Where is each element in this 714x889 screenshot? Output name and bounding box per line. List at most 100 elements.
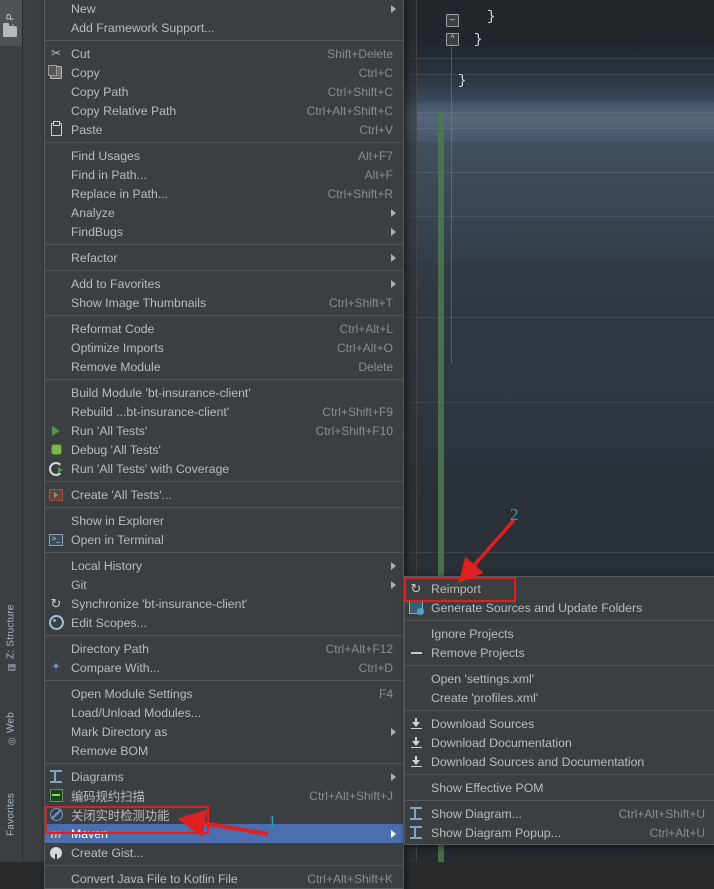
menu-separator [405, 774, 714, 775]
menu-item-download-sources-and-documentation[interactable]: Download Sources and Documentation [405, 752, 714, 771]
menu-item-download-documentation[interactable]: Download Documentation [405, 733, 714, 752]
menu-item-label: Synchronize 'bt-insurance-client' [71, 596, 248, 611]
web-icon: ◎ [6, 735, 16, 747]
menu-item-shortcut: Ctrl+Shift+C [327, 84, 393, 99]
submenu-arrow-icon [391, 773, 396, 781]
menu-item-shortcut: Ctrl+Shift+F10 [315, 423, 393, 438]
menu-item-add-framework-support[interactable]: Add Framework Support... [45, 18, 403, 37]
menu-item-build-module-bt-insurance-client[interactable]: Build Module 'bt-insurance-client' [45, 383, 403, 402]
menu-item-copy[interactable]: Copy Ctrl+C [45, 63, 403, 82]
menu-item-edit-scopes[interactable]: Edit Scopes... [45, 613, 403, 632]
menu-item-remove-projects[interactable]: Remove Projects [405, 643, 714, 662]
menu-item-diagrams[interactable]: Diagrams [45, 767, 403, 786]
menu-item-icon-slot [45, 101, 67, 120]
menu-separator [45, 142, 403, 143]
menu-item-local-history[interactable]: Local History [45, 556, 403, 575]
sidebar-item-web[interactable]: ◎ Web [0, 700, 22, 758]
diagram-icon [405, 804, 427, 823]
menu-item-label: Download Documentation [431, 735, 572, 750]
menu-item-shortcut: Ctrl+Alt+Shift+U [618, 806, 705, 821]
fold-collapse-icon[interactable]: – [446, 14, 459, 27]
menu-item-maven[interactable]: m Maven [45, 824, 403, 843]
indent-guide [451, 44, 452, 364]
menu-item-mark-directory-as[interactable]: Mark Directory as [45, 722, 403, 741]
menu-item-label: Show Diagram Popup... [431, 825, 561, 840]
menu-item-show-image-thumbnails[interactable]: Show Image Thumbnails Ctrl+Shift+T [45, 293, 403, 312]
menu-item-synchronize-bt-insurance-client[interactable]: Synchronize 'bt-insurance-client' [45, 594, 403, 613]
menu-item-run-all-tests-with-coverage[interactable]: Run 'All Tests' with Coverage [45, 459, 403, 478]
maven-submenu[interactable]: Reimport Generate Sources and Update Fold… [404, 576, 714, 845]
menu-item-label: Copy Path [71, 84, 129, 99]
menu-item-reimport[interactable]: Reimport [405, 579, 714, 598]
menu-item-analyze[interactable]: Analyze [45, 203, 403, 222]
menu-item-show-effective-pom[interactable]: Show Effective POM [405, 778, 714, 797]
menu-item-refactor[interactable]: Refactor [45, 248, 403, 267]
menu-item-icon-slot [45, 184, 67, 203]
menu-item-shortcut: Ctrl+Shift+T [328, 295, 393, 310]
coverage-icon [45, 459, 67, 478]
menu-item-find-usages[interactable]: Find Usages Alt+F7 [45, 146, 403, 165]
menu-item-icon-slot [405, 688, 427, 707]
menu-item-icon-slot [45, 82, 67, 101]
menu-item-replace-in-path[interactable]: Replace in Path... Ctrl+Shift+R [45, 184, 403, 203]
menu-item-new[interactable]: New [45, 0, 403, 18]
menu-item-create-all-tests[interactable]: Create 'All Tests'... [45, 485, 403, 504]
menu-item-label: Debug 'All Tests' [71, 442, 161, 457]
menu-item-shortcut: Ctrl+Alt+U [649, 825, 705, 840]
menu-item-show-diagram[interactable]: Show Diagram... Ctrl+Alt+Shift+U [405, 804, 714, 823]
menu-item-findbugs[interactable]: FindBugs [45, 222, 403, 241]
sidebar-item-favorites[interactable]: Favorites [0, 776, 22, 854]
menu-item-label: Paste [71, 122, 103, 137]
context-menu[interactable]: New Add Framework Support... Cut Shift+Dele… [44, 0, 404, 889]
menu-item-compare-with[interactable]: Compare With... Ctrl+D [45, 658, 403, 677]
menu-item-open-in-terminal[interactable]: Open in Terminal [45, 530, 403, 549]
menu-item-run-all-tests[interactable]: Run 'All Tests' Ctrl+Shift+F10 [45, 421, 403, 440]
menu-item-git[interactable]: Git [45, 575, 403, 594]
menu-item-add-to-favorites[interactable]: Add to Favorites [45, 274, 403, 293]
menu-item-编码规约扫描[interactable]: 编码规约扫描 Ctrl+Alt+Shift+J [45, 786, 403, 805]
menu-item-ignore-projects[interactable]: Ignore Projects [405, 624, 714, 643]
menu-item-label: 编码规约扫描 [71, 789, 145, 804]
menu-item-open-module-settings[interactable]: Open Module Settings F4 [45, 684, 403, 703]
menu-item-show-diagram-popup[interactable]: Show Diagram Popup... Ctrl+Alt+U [405, 823, 714, 842]
menu-separator [45, 40, 403, 41]
menu-item-remove-bom[interactable]: Remove BOM [45, 741, 403, 760]
menu-item-icon-slot [45, 357, 67, 376]
left-tool-window-strip[interactable]: 1: P ▤ Z: Structure ◎ Web Favorites [0, 0, 23, 862]
folder-icon [3, 23, 17, 37]
submenu-arrow-icon [391, 581, 396, 589]
menu-item-generate-sources-and-update-folders[interactable]: Generate Sources and Update Folders [405, 598, 714, 617]
menu-item-shortcut: Shift+Delete [327, 46, 393, 61]
menu-item-remove-module[interactable]: Remove Module Delete [45, 357, 403, 376]
submenu-arrow-icon [391, 280, 396, 288]
menu-item-关闭实时检测功能[interactable]: 关闭实时检测功能 [45, 805, 403, 824]
menu-item-shortcut: Ctrl+Alt+Shift+K [307, 871, 393, 886]
menu-item-convert-java-file-to-kotlin-file[interactable]: Convert Java File to Kotlin File Ctrl+Alt… [45, 869, 403, 888]
menu-item-create-profiles-xml[interactable]: Create 'profiles.xml' [405, 688, 714, 707]
menu-separator [45, 635, 403, 636]
scan-icon [45, 786, 67, 805]
menu-item-reformat-code[interactable]: Reformat Code Ctrl+Alt+L [45, 319, 403, 338]
menu-item-copy-relative-path[interactable]: Copy Relative Path Ctrl+Alt+Shift+C [45, 101, 403, 120]
menu-item-open-settings-xml[interactable]: Open 'settings.xml' [405, 669, 714, 688]
menu-item-copy-path[interactable]: Copy Path Ctrl+Shift+C [45, 82, 403, 101]
menu-item-optimize-imports[interactable]: Optimize Imports Ctrl+Alt+O [45, 338, 403, 357]
menu-item-load-unload-modules[interactable]: Load/Unload Modules... [45, 703, 403, 722]
menu-item-paste[interactable]: Paste Ctrl+V [45, 120, 403, 139]
menu-item-directory-path[interactable]: Directory Path Ctrl+Alt+F12 [45, 639, 403, 658]
menu-item-download-sources[interactable]: Download Sources [405, 714, 714, 733]
structure-icon: ▤ [6, 661, 16, 672]
submenu-arrow-icon [391, 254, 396, 262]
menu-item-show-in-explorer[interactable]: Show in Explorer [45, 511, 403, 530]
menu-item-rebuild-bt-insurance-client[interactable]: Rebuild ...bt-insurance-client' Ctrl+Shif… [45, 402, 403, 421]
menu-item-debug-all-tests[interactable]: Debug 'All Tests' [45, 440, 403, 459]
menu-item-create-gist[interactable]: Create Gist... [45, 843, 403, 862]
sidebar-item-structure[interactable]: ▤ Z: Structure [0, 592, 22, 684]
submenu-arrow-icon [391, 728, 396, 736]
fold-expand-icon[interactable]: ^ [446, 33, 459, 46]
menu-separator [405, 800, 714, 801]
menu-item-label: Open Module Settings [71, 686, 193, 701]
menu-item-find-in-path[interactable]: Find in Path... Alt+F [45, 165, 403, 184]
menu-item-cut[interactable]: Cut Shift+Delete [45, 44, 403, 63]
menu-item-label: Git [71, 577, 87, 592]
